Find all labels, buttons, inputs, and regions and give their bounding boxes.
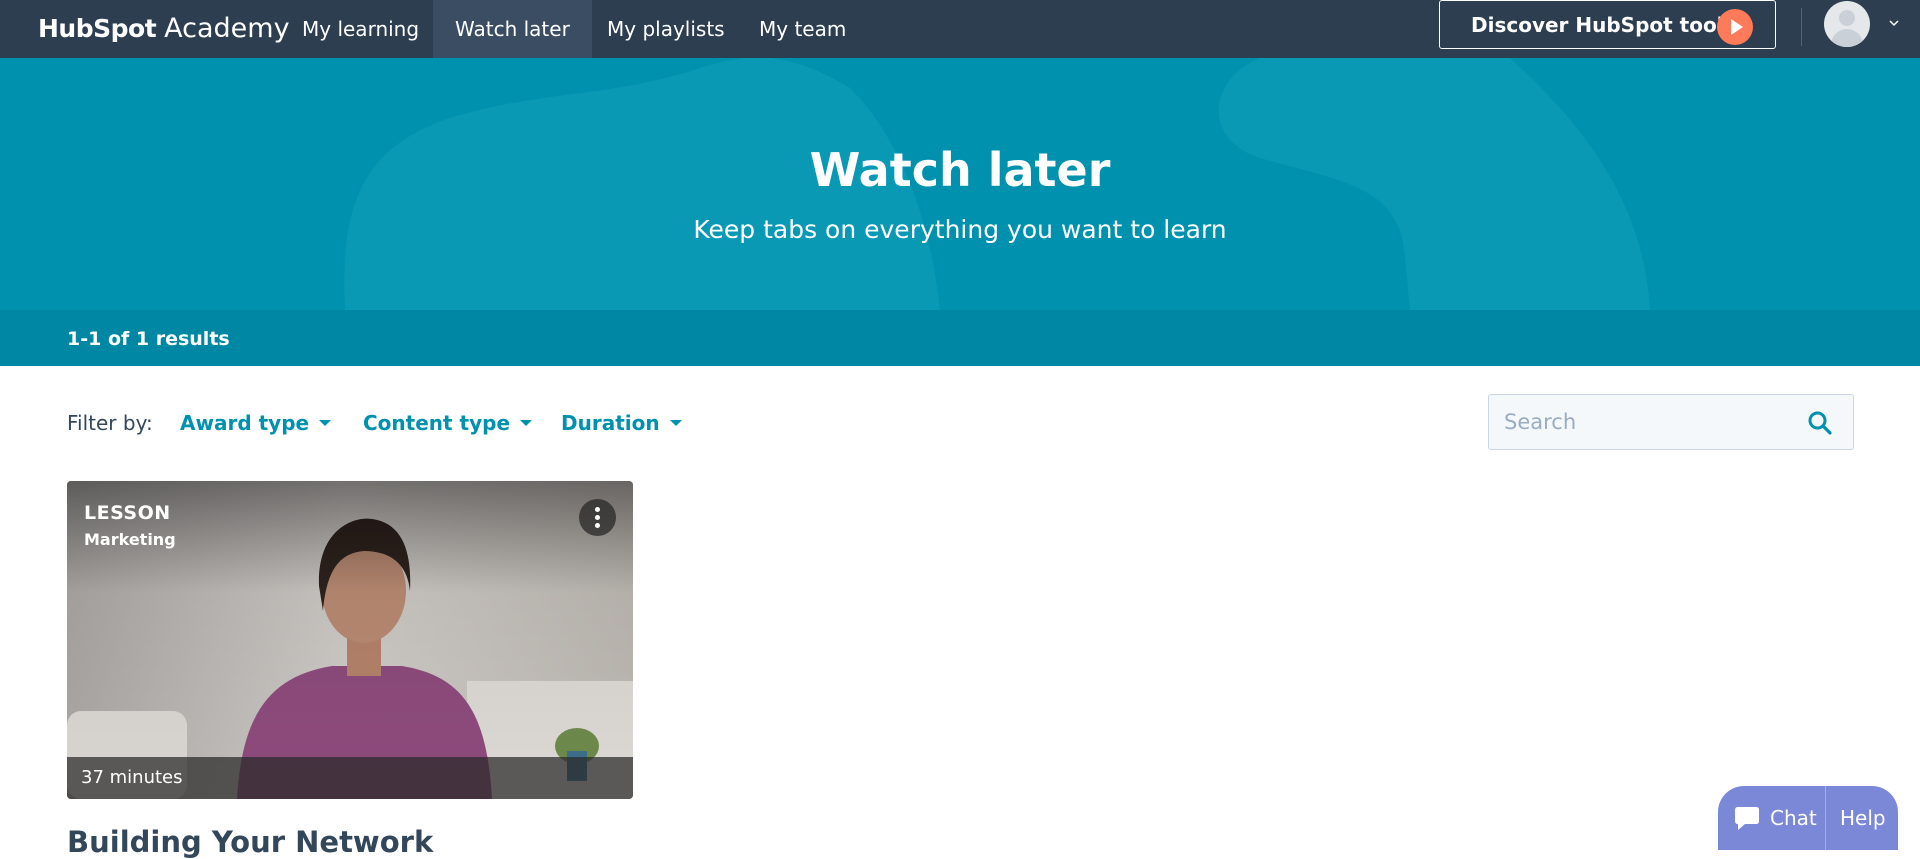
duration-bar: 37 minutes [67, 757, 633, 799]
play-icon [1717, 9, 1753, 45]
nav-item-my-team[interactable]: My team [737, 0, 868, 58]
filter-duration-label: Duration [561, 411, 660, 435]
filter-duration[interactable]: Duration [561, 411, 682, 435]
logo-academy: Academy [164, 12, 290, 44]
chat-bubble-icon [1735, 807, 1759, 830]
nav-item-watch-later[interactable]: Watch later [433, 0, 592, 58]
card-title[interactable]: Building Your Network [67, 825, 433, 859]
filter-award-type[interactable]: Award type [180, 411, 332, 435]
lesson-card[interactable]: LESSON Marketing 37 minutes [67, 481, 633, 799]
hero-banner: Watch later Keep tabs on everything you … [0, 58, 1920, 310]
chat-button[interactable]: Chat [1718, 786, 1826, 850]
card-category: Marketing [84, 530, 176, 549]
hubspot-academy-logo[interactable]: HubSpot Academy [38, 8, 290, 48]
nav-item-my-playlists[interactable]: My playlists [585, 0, 747, 58]
caret-down-icon [669, 420, 682, 426]
nav-divider [1801, 8, 1802, 46]
chat-widget: Chat Help [1718, 786, 1898, 850]
kebab-dot [595, 507, 600, 512]
search-icon[interactable] [1807, 410, 1833, 436]
search-box [1488, 394, 1854, 450]
search-input[interactable] [1489, 395, 1789, 449]
logo-brand: HubSpot [38, 13, 157, 43]
page-subtitle: Keep tabs on everything you want to lear… [693, 215, 1227, 244]
results-count: 1-1 of 1 results [67, 328, 230, 350]
card-content-type: LESSON [84, 502, 171, 524]
avatar[interactable] [1824, 1, 1870, 47]
discover-label: Discover HubSpot tools [1471, 12, 1736, 37]
caret-down-icon [520, 420, 533, 426]
avatar-body [1831, 29, 1863, 47]
filter-label: Filter by: [67, 411, 153, 435]
results-bar: 1-1 of 1 results [0, 310, 1920, 366]
filter-content-type[interactable]: Content type [363, 411, 533, 435]
lesson-thumbnail [67, 481, 633, 799]
avatar-head [1839, 10, 1855, 26]
kebab-dot [595, 515, 600, 520]
caret-down-icon [319, 420, 332, 426]
page-title: Watch later [809, 143, 1111, 197]
filter-award-type-label: Award type [180, 411, 310, 435]
discover-hubspot-tools-button[interactable]: Discover HubSpot tools [1439, 0, 1776, 49]
filter-content-type-label: Content type [363, 411, 511, 435]
chevron-down-icon[interactable] [1889, 18, 1899, 28]
top-nav: HubSpot Academy My learning Watch later … [0, 0, 1920, 58]
chat-label: Chat [1770, 806, 1817, 830]
card-duration: 37 minutes [81, 767, 183, 788]
nav-item-my-learning[interactable]: My learning [280, 0, 441, 58]
more-options-icon[interactable] [579, 499, 616, 536]
help-button[interactable]: Help [1826, 786, 1886, 850]
kebab-dot [595, 523, 600, 528]
help-label: Help [1840, 806, 1886, 830]
